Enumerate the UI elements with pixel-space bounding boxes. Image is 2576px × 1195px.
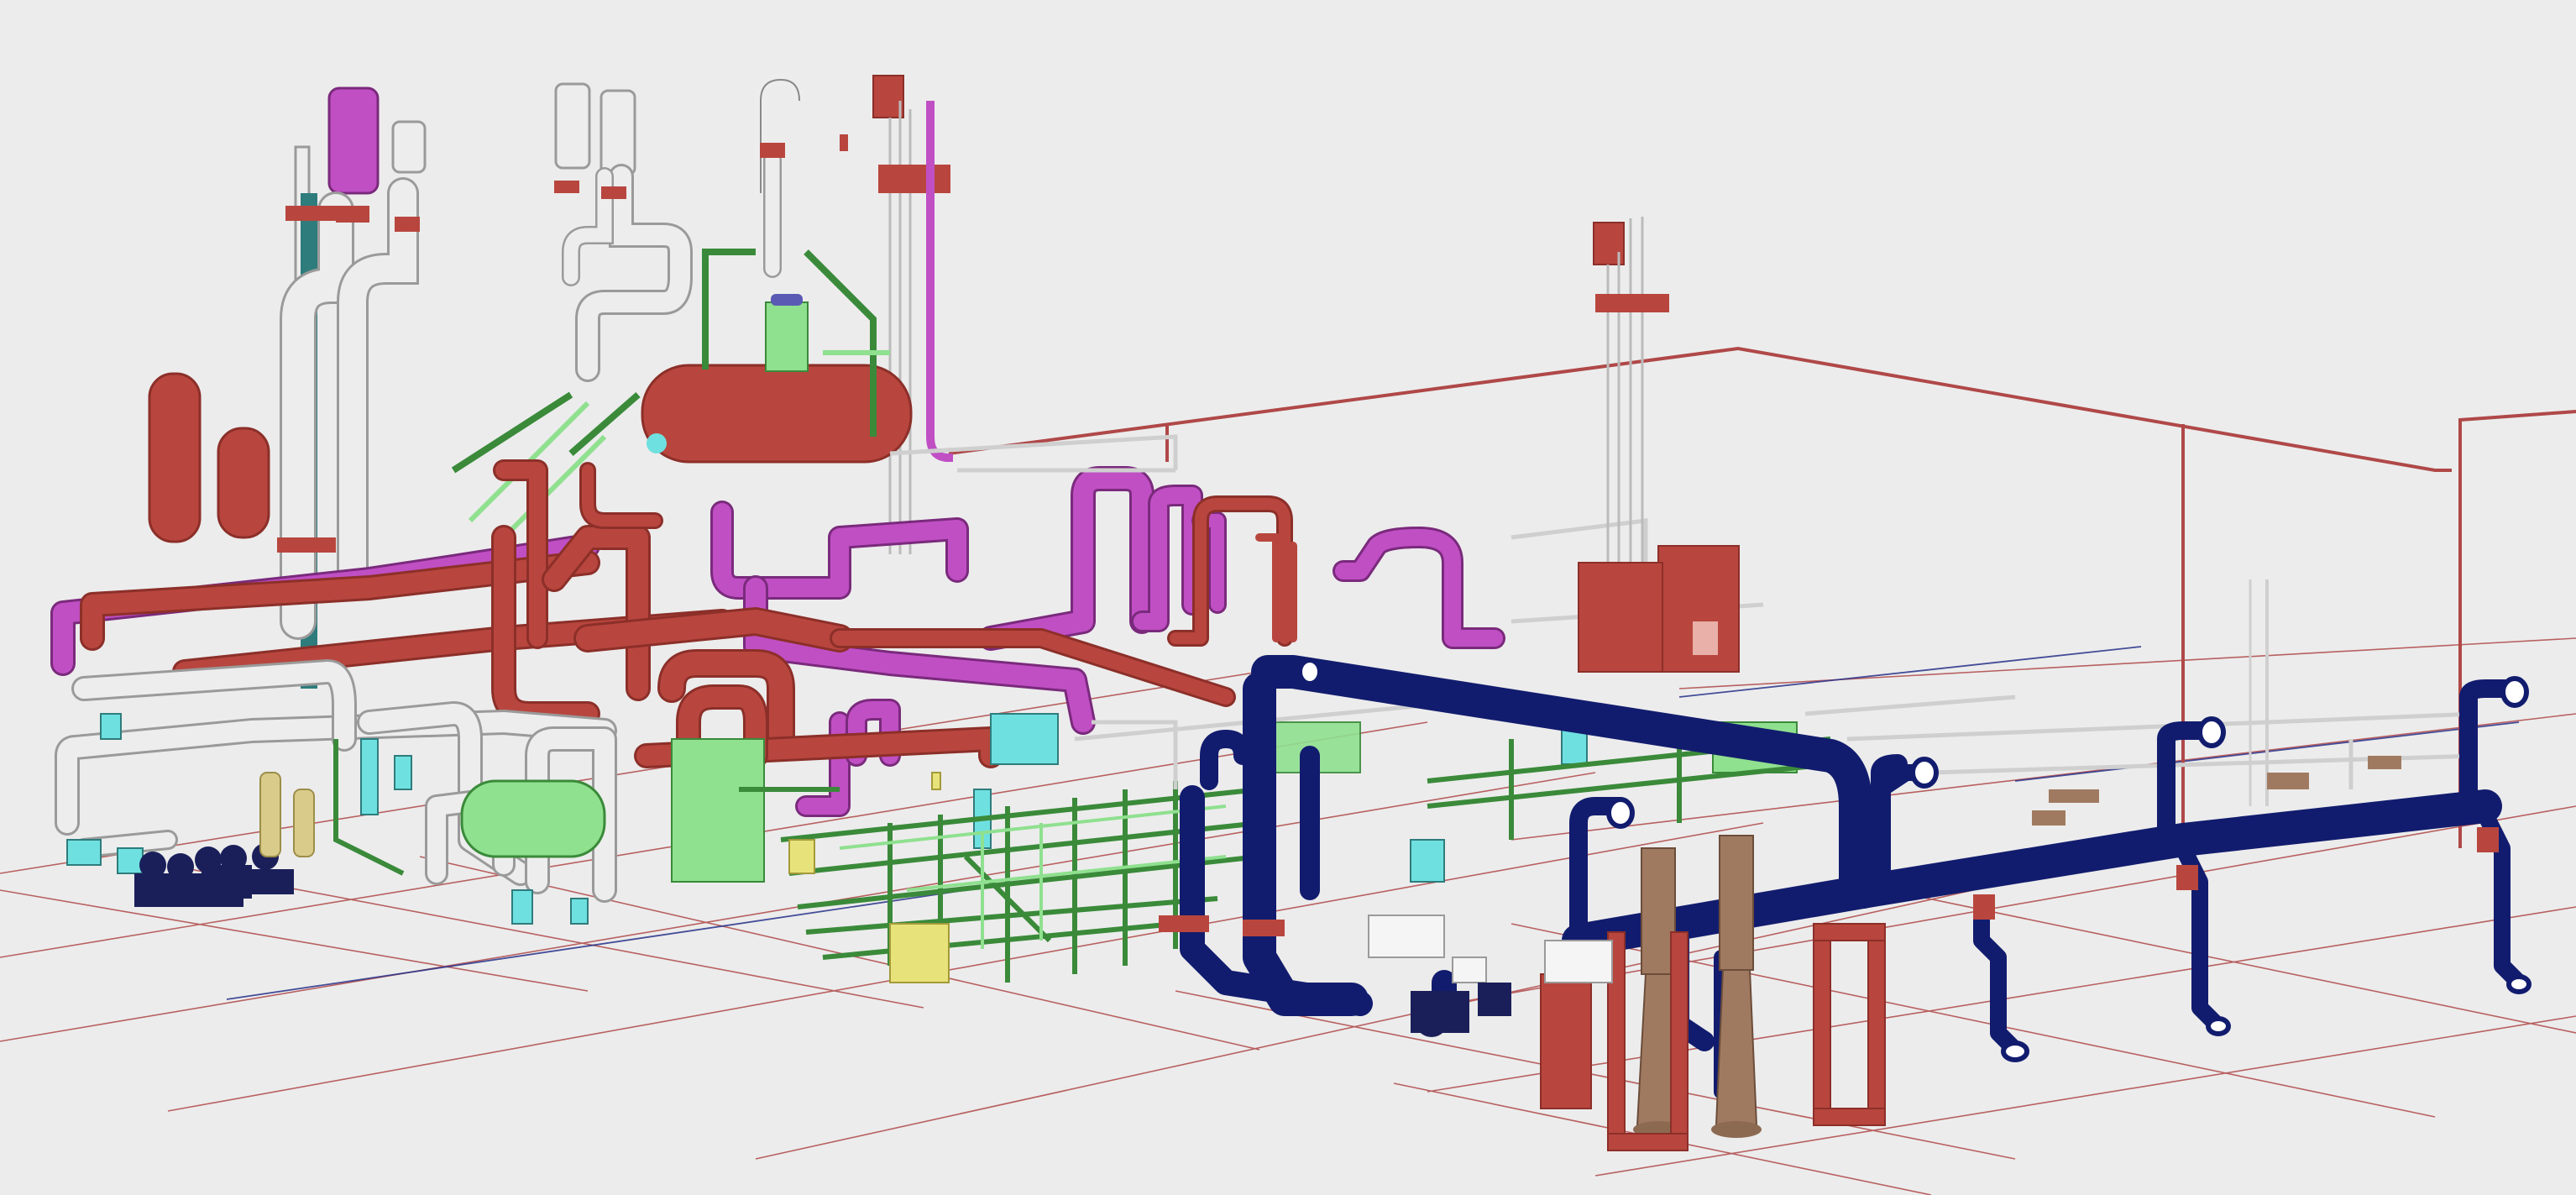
red-process-pipes: [80, 459, 1297, 768]
magenta-top-tank: [327, 86, 380, 195]
center-pumps: [1411, 983, 1511, 1037]
vertical-pumps: [1633, 835, 1762, 1138]
right-vent-tower: [1578, 217, 1740, 673]
red-pressure-vessels: [148, 372, 270, 543]
navy-main-headers: [1180, 655, 2527, 1108]
beige-vessels: [259, 772, 315, 857]
central-vent-tower: [840, 75, 953, 554]
3d-plant-viewport[interactable]: [0, 0, 2576, 1195]
